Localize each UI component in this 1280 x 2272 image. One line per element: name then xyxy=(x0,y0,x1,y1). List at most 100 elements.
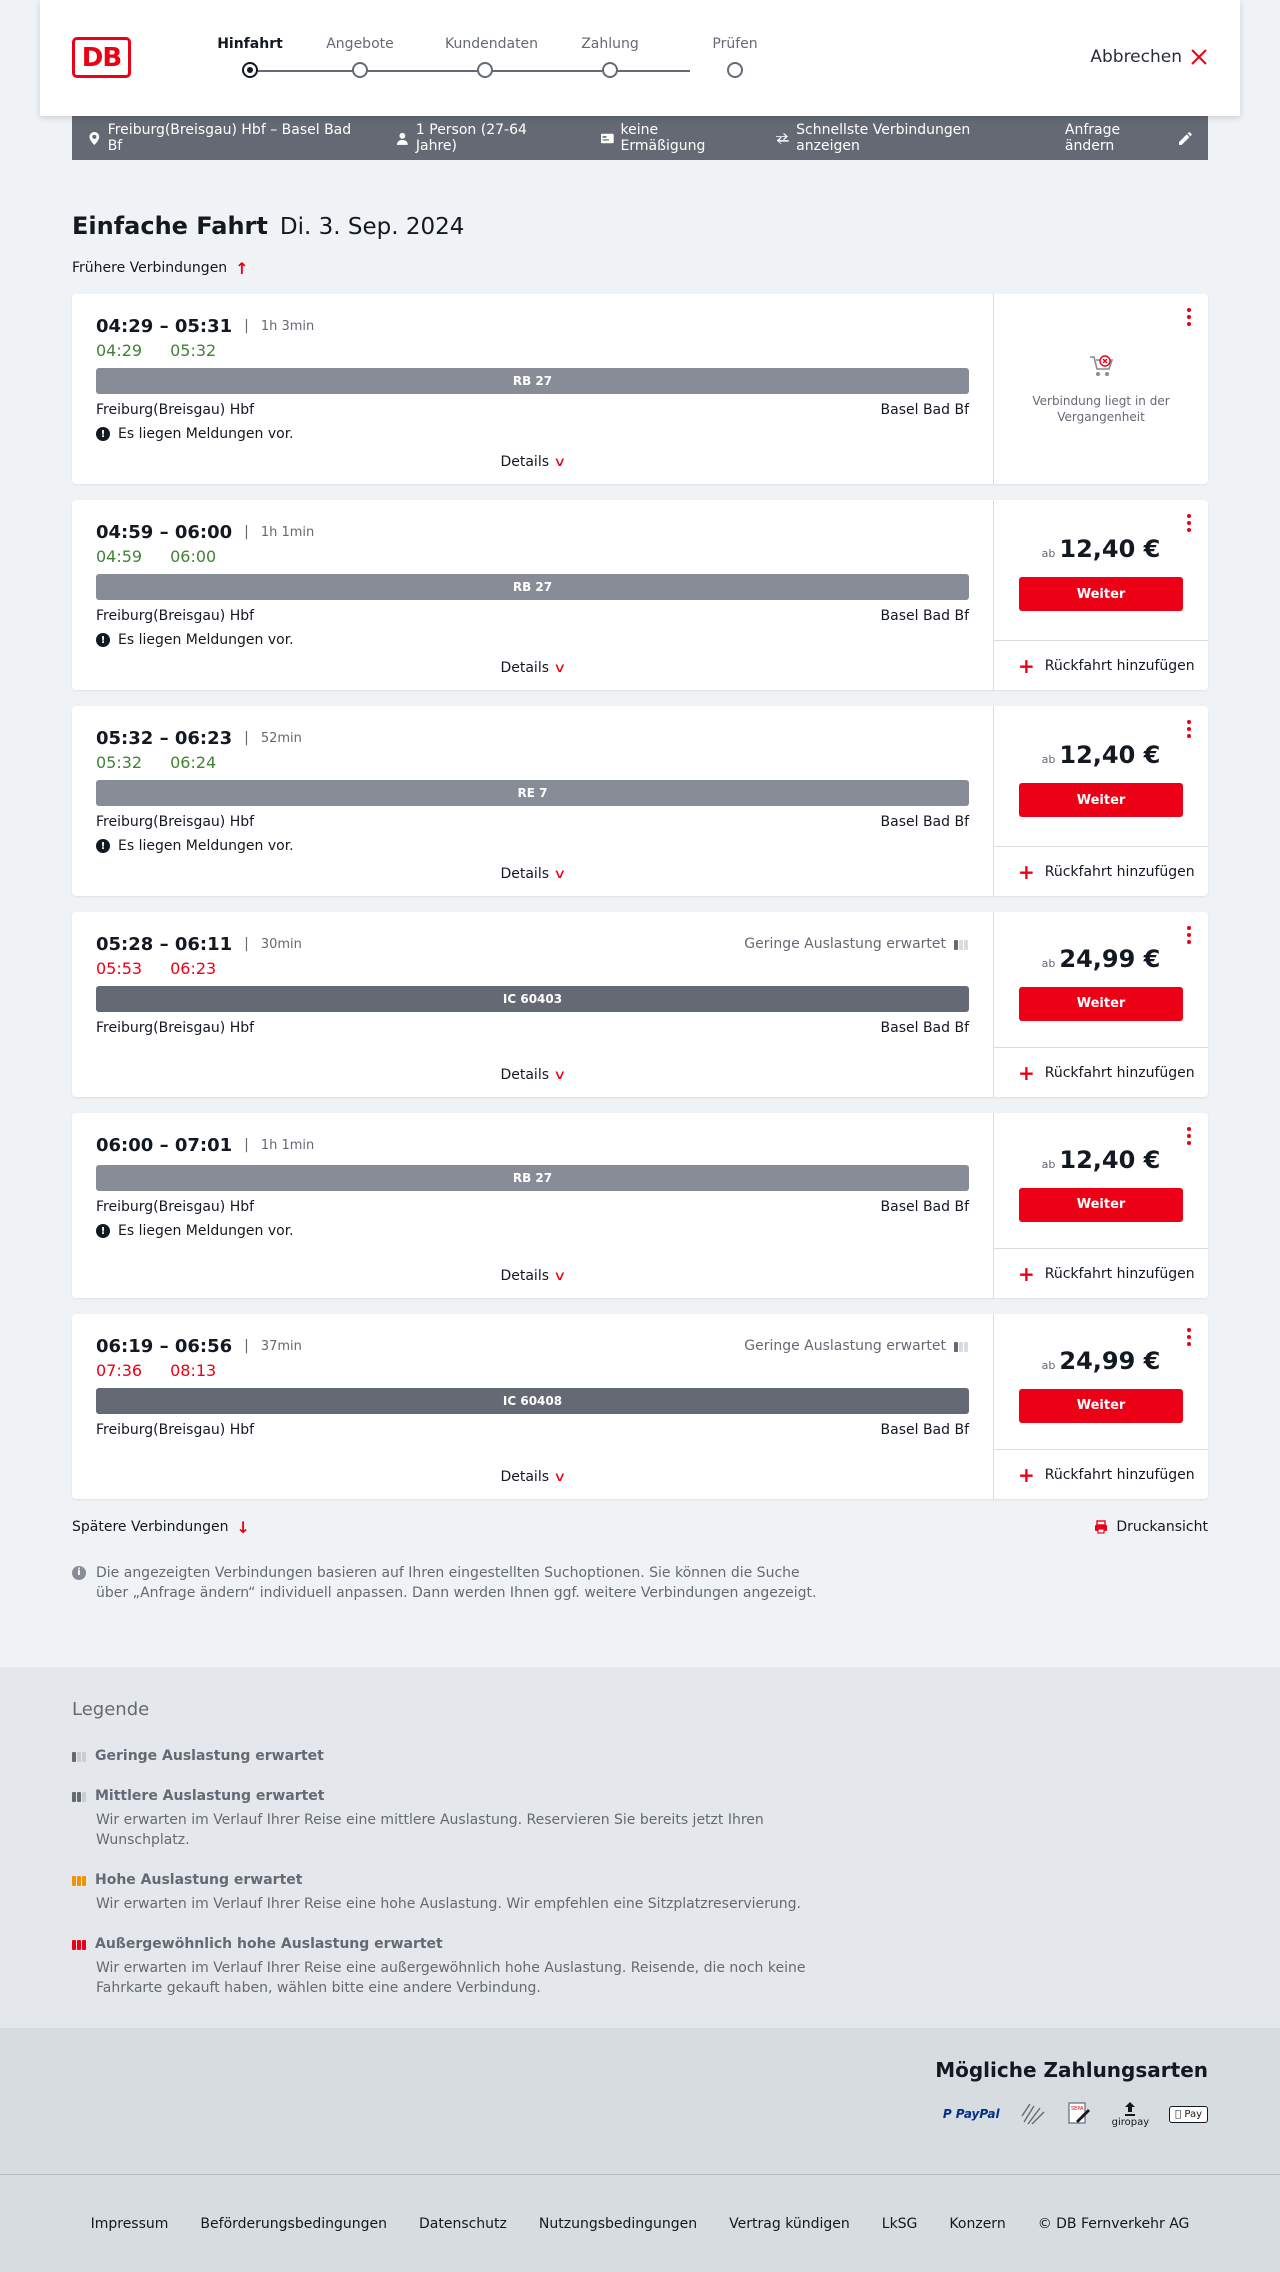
add-return-trip-button[interactable]: + Rückfahrt hinzufügen xyxy=(994,846,1208,896)
edit-query-button[interactable]: Anfrage ändern xyxy=(1065,122,1192,154)
price-amount: 24,99 € xyxy=(1059,1346,1161,1375)
occupancy-indicator: Geringe Auslastung erwartet xyxy=(744,936,969,952)
continue-button[interactable]: Weiter xyxy=(1019,1388,1183,1423)
details-toggle[interactable]: Details ∨ xyxy=(72,1469,993,1485)
add-return-trip-button[interactable]: + Rückfahrt hinzufügen xyxy=(994,1449,1208,1499)
duration: 1h 1min xyxy=(260,524,315,540)
stations-row: Freiburg(Breisgau) Hbf Basel Bad Bf xyxy=(96,1018,969,1038)
add-return-label: Rückfahrt hinzufügen xyxy=(1044,1265,1195,1282)
price: ab 24,99 € xyxy=(1042,945,1161,973)
step-kundendaten: Kundendaten xyxy=(445,34,538,78)
footer-copyright[interactable]: © DB Fernverkehr AG xyxy=(1038,2216,1190,2232)
add-return-trip-button[interactable]: + Rückfahrt hinzufügen xyxy=(994,640,1208,690)
connection-card[interactable]: 05:28 – 06:11 | 30min Geringe Auslastung… xyxy=(72,912,1208,1097)
header: DB Hinfahrt Angebote Kundendaten Zahlung… xyxy=(40,0,1240,116)
details-toggle[interactable]: Details ∨ xyxy=(72,1067,993,1083)
alert-icon: ! xyxy=(96,427,110,441)
more-options-icon[interactable] xyxy=(1186,1328,1192,1346)
payment-icons: P PayPal SEPA giropay  Pay xyxy=(72,2098,1208,2130)
legend-item-head: Außergewöhnlich hohe Auslastung erwartet xyxy=(72,1934,1208,1954)
footer-link-vertrag-kuendigen[interactable]: Vertrag kündigen xyxy=(729,2216,850,2232)
db-logo[interactable]: DB xyxy=(72,37,131,78)
more-options-icon[interactable] xyxy=(1186,926,1192,944)
later-connections-link[interactable]: Spätere Verbindungen ↓ xyxy=(72,1517,250,1537)
connection-info: 05:28 – 06:11 | 30min Geringe Auslastung… xyxy=(72,912,994,1097)
more-options-icon[interactable] xyxy=(1186,720,1192,738)
more-options-icon[interactable] xyxy=(1186,514,1192,532)
footer-link-konzern[interactable]: Konzern xyxy=(949,2216,1005,2232)
connection-card[interactable]: 06:00 – 07:01 | 1h 1min RB 27 Freiburg(B… xyxy=(72,1113,1208,1298)
connection-card[interactable]: 05:32 – 06:23 | 52min 05:32 06:24 RE 7 F… xyxy=(72,706,1208,896)
edit-query-label: Anfrage ändern xyxy=(1064,122,1121,154)
notice-text: Es liegen Meldungen vor. xyxy=(118,838,294,854)
occupancy-indicator: Geringe Auslastung erwartet xyxy=(744,1338,969,1354)
duration: 1h 3min xyxy=(260,318,315,334)
more-options-icon[interactable] xyxy=(1186,1127,1192,1145)
footer-link-lksg[interactable]: LkSG xyxy=(882,2216,918,2232)
price-amount: 12,40 € xyxy=(1059,741,1161,769)
disruption-notice: ! Es liegen Meldungen vor. xyxy=(96,1221,969,1241)
footer-link-datenschutz[interactable]: Datenschutz xyxy=(419,2216,507,2232)
realtime-departure: 07:36 xyxy=(96,1361,143,1380)
footer-link-nutzungsbedingungen[interactable]: Nutzungsbedingungen xyxy=(539,2216,697,2232)
price-prefix: ab xyxy=(1041,753,1056,766)
times-row: 04:59 – 06:00 | 1h 1min xyxy=(96,518,969,546)
apple-pay-label: Pay xyxy=(1184,2108,1202,2120)
realtime-row: 05:32 06:24 xyxy=(96,752,969,774)
credit-card-icon xyxy=(1020,2102,1046,2126)
price-prefix: ab xyxy=(1041,1157,1056,1171)
discount-text: keine Ermäßigung xyxy=(620,122,706,154)
destination-station: Basel Bad Bf xyxy=(880,1020,969,1036)
notice-text: Es liegen Meldungen vor. xyxy=(118,632,294,648)
origin-station: Freiburg(Breisgau) Hbf xyxy=(96,402,255,418)
disruption-notice: ! Es liegen Meldungen vor. xyxy=(96,836,969,856)
train-segment-bar[interactable]: IC 60403 xyxy=(96,986,969,1012)
legend-item-head: Geringe Auslastung erwartet xyxy=(72,1746,1208,1766)
add-return-label: Rückfahrt hinzufügen xyxy=(1044,657,1195,674)
realtime-arrival: 05:32 xyxy=(170,341,217,360)
continue-button[interactable]: Weiter xyxy=(1019,783,1183,817)
details-toggle[interactable]: Details ∨ xyxy=(72,660,993,676)
earlier-connections-link[interactable]: Frühere Verbindungen ↑ xyxy=(72,258,1208,278)
connection-card[interactable]: 04:29 – 05:31 | 1h 3min 04:29 05:32 RB 2… xyxy=(72,294,1208,484)
times-row: 05:28 – 06:11 | 30min Geringe Auslastung… xyxy=(96,930,969,958)
connection-info: 06:19 – 06:56 | 37min Geringe Auslastung… xyxy=(72,1314,994,1499)
plus-icon: + xyxy=(1018,1060,1035,1085)
continue-button[interactable]: Weiter xyxy=(1019,577,1183,611)
connection-card[interactable]: 04:59 – 06:00 | 1h 1min 04:59 06:00 RB 2… xyxy=(72,500,1208,690)
footer-link-befoerderungsbedingungen[interactable]: Beförderungsbedingungen xyxy=(200,2216,387,2232)
train-segment-bar[interactable]: IC 60408 xyxy=(96,1388,969,1414)
connection-card[interactable]: 06:19 – 06:56 | 37min Geringe Auslastung… xyxy=(72,1314,1208,1499)
train-segment-bar[interactable]: RB 27 xyxy=(96,574,969,600)
step-dot-active xyxy=(242,62,258,78)
continue-button[interactable]: Weiter xyxy=(1019,986,1183,1021)
more-options-icon[interactable] xyxy=(1186,308,1192,326)
continue-button[interactable]: Weiter xyxy=(1019,1187,1183,1222)
apple-pay-icon:  Pay xyxy=(1169,2105,1208,2123)
realtime-arrival: 06:23 xyxy=(170,959,217,978)
scheduled-times: 06:19 – 06:56 xyxy=(96,1335,233,1357)
print-view-label: Druckansicht xyxy=(1116,1519,1208,1535)
realtime-arrival: 06:24 xyxy=(170,753,217,772)
train-segment-bar[interactable]: RB 27 xyxy=(96,368,969,394)
details-toggle[interactable]: Details ∨ xyxy=(72,1268,993,1284)
details-toggle[interactable]: Details ∨ xyxy=(72,866,993,882)
add-return-label: Rückfahrt hinzufügen xyxy=(1044,1466,1195,1483)
price: ab 12,40 € xyxy=(1042,535,1161,563)
train-segment-bar[interactable]: RE 7 xyxy=(96,780,969,806)
origin-station: Freiburg(Breisgau) Hbf xyxy=(96,1422,255,1438)
price-area: ab 24,99 € Weiter xyxy=(994,912,1208,1047)
print-view-link[interactable]: Druckansicht xyxy=(1094,1517,1208,1537)
train-segment-bar[interactable]: RB 27 xyxy=(96,1165,969,1191)
divider: | xyxy=(244,524,249,540)
fastest-text: Schnellste Verbindungen anzeigen xyxy=(796,122,971,154)
details-toggle[interactable]: Details ∨ xyxy=(72,454,993,470)
add-return-trip-button[interactable]: + Rückfahrt hinzufügen xyxy=(994,1248,1208,1298)
chevron-down-icon: ∨ xyxy=(553,661,567,676)
price-amount: 12,40 € xyxy=(1059,1145,1161,1174)
add-return-trip-button[interactable]: + Rückfahrt hinzufügen xyxy=(994,1047,1208,1097)
footer-link-impressum[interactable]: Impressum xyxy=(91,2216,169,2232)
connection-info: 05:32 – 06:23 | 52min 05:32 06:24 RE 7 F… xyxy=(72,706,994,896)
legend-content: Legende Geringe Auslastung erwartet Mitt… xyxy=(72,1699,1208,1998)
cancel-button[interactable]: Abbrechen xyxy=(1090,47,1208,67)
